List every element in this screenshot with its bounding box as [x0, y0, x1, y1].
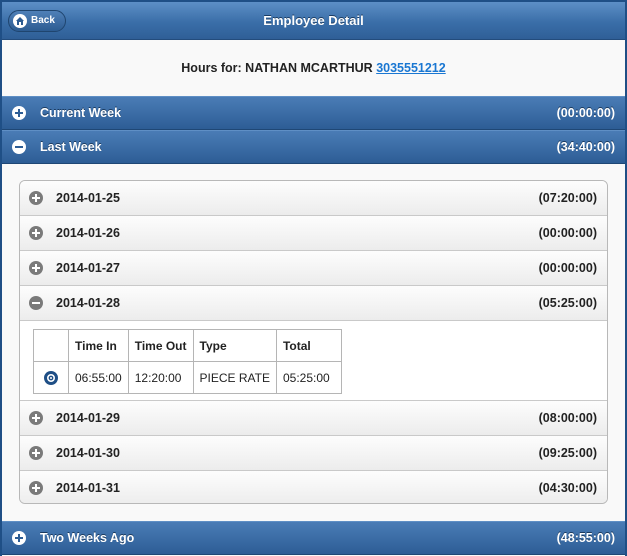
day-list: 2014-01-25 (07:20:00) 2014-01-26 (00:00:… — [19, 180, 608, 504]
plus-icon — [12, 531, 26, 545]
day-detail: Time In Time Out Type Total 06:55:00 12:… — [20, 321, 607, 401]
day-total: (00:00:00) — [538, 261, 597, 275]
gear-icon[interactable] — [44, 370, 58, 385]
plus-icon — [29, 261, 43, 275]
day-date: 2014-01-31 — [56, 481, 120, 495]
plus-icon — [12, 106, 26, 120]
column-header-action — [33, 329, 69, 362]
day-total: (04:30:00) — [538, 481, 597, 495]
hours-for-line: Hours for: NATHAN MCARTHUR 3035551212 — [2, 40, 625, 96]
hours-for-label: Hours for: NATHAN MCARTHUR — [181, 61, 373, 75]
day-row[interactable]: 2014-01-27 (00:00:00) — [20, 251, 607, 286]
back-button-label: Back — [31, 15, 55, 26]
plus-icon — [29, 411, 43, 425]
day-date: 2014-01-25 — [56, 191, 120, 205]
type-cell: PIECE RATE — [192, 361, 277, 394]
minus-icon — [29, 296, 43, 310]
day-row[interactable]: 2014-01-29 (08:00:00) — [20, 401, 607, 436]
week-total: (34:40:00) — [556, 140, 615, 154]
day-date: 2014-01-27 — [56, 261, 120, 275]
day-row[interactable]: 2014-01-25 (07:20:00) — [20, 181, 607, 216]
day-total: (00:00:00) — [538, 226, 597, 240]
day-date: 2014-01-29 — [56, 411, 120, 425]
week-row-current[interactable]: Current Week (00:00:00) — [2, 96, 625, 130]
day-row[interactable]: 2014-01-30 (09:25:00) — [20, 436, 607, 471]
week-label: Last Week — [40, 140, 102, 154]
day-date: 2014-01-26 — [56, 226, 120, 240]
time-out-cell: 12:20:00 — [127, 361, 194, 394]
table-header-row: Time In Time Out Type Total — [33, 329, 342, 362]
week-total: (00:00:00) — [556, 106, 615, 120]
column-header: Time Out — [127, 329, 194, 362]
edit-cell[interactable] — [33, 361, 69, 394]
day-total: (08:00:00) — [538, 411, 597, 425]
time-entries-table: Time In Time Out Type Total 06:55:00 12:… — [33, 329, 342, 394]
day-total: (09:25:00) — [538, 446, 597, 460]
app-frame: Employee Detail Back Hours for: NATHAN M… — [2, 2, 625, 556]
header-bar: Employee Detail Back — [2, 2, 625, 40]
day-row-expanded[interactable]: 2014-01-28 (05:25:00) — [20, 286, 607, 321]
plus-icon — [29, 446, 43, 460]
column-header: Time In — [68, 329, 129, 362]
page-title: Employee Detail — [263, 13, 364, 28]
plus-icon — [29, 481, 43, 495]
column-header: Type — [192, 329, 277, 362]
week-total: (48:55:00) — [556, 531, 615, 545]
day-row[interactable]: 2014-01-26 (00:00:00) — [20, 216, 607, 251]
plus-icon — [29, 226, 43, 240]
total-cell: 05:25:00 — [275, 361, 342, 394]
day-total: (07:20:00) — [538, 191, 597, 205]
time-in-cell: 06:55:00 — [68, 361, 129, 394]
home-icon — [13, 14, 27, 28]
day-date: 2014-01-28 — [56, 296, 120, 310]
minus-icon — [12, 140, 26, 154]
table-row: 06:55:00 12:20:00 PIECE RATE 05:25:00 — [33, 361, 342, 394]
plus-icon — [29, 191, 43, 205]
column-header: Total — [275, 329, 342, 362]
week-row-last[interactable]: Last Week (34:40:00) — [2, 130, 625, 164]
day-row[interactable]: 2014-01-31 (04:30:00) — [20, 471, 607, 503]
back-button[interactable]: Back — [8, 10, 66, 32]
day-total: (05:25:00) — [538, 296, 597, 310]
week-row-two-weeks-ago[interactable]: Two Weeks Ago (48:55:00) — [2, 521, 625, 555]
day-date: 2014-01-30 — [56, 446, 120, 460]
week-label: Two Weeks Ago — [40, 531, 135, 545]
phone-link[interactable]: 3035551212 — [376, 61, 446, 75]
week-label: Current Week — [40, 106, 122, 120]
